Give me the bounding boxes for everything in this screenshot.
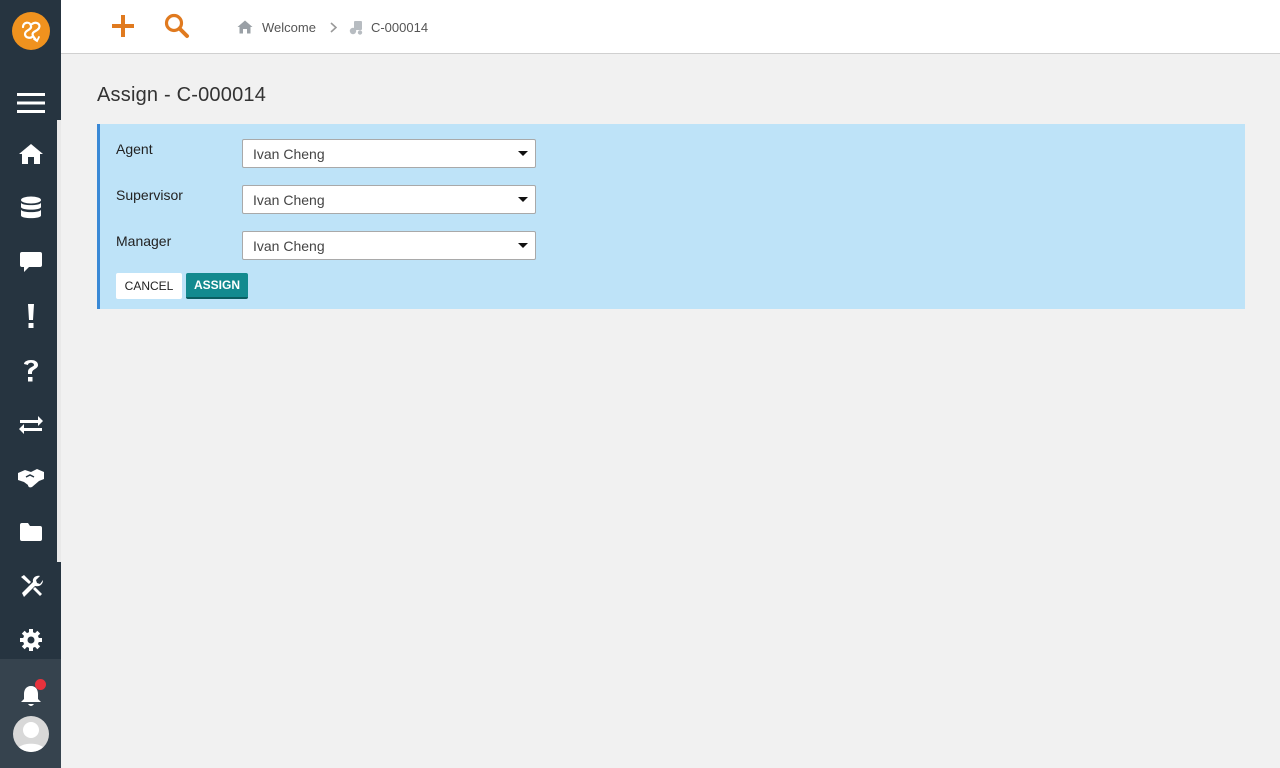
breadcrumb-label: Welcome bbox=[262, 19, 316, 35]
sidebar-item-tools[interactable] bbox=[0, 566, 61, 606]
top-bar: Welcome C-000014 bbox=[61, 0, 1280, 54]
database-icon bbox=[20, 196, 41, 219]
sidebar-item-transfer[interactable] bbox=[0, 404, 61, 444]
sidebar-item-messages[interactable] bbox=[0, 242, 61, 282]
sidebar-menu-toggle[interactable] bbox=[0, 83, 61, 123]
case-icon bbox=[349, 20, 363, 35]
question-icon bbox=[23, 360, 38, 382]
page-title: Assign - C-000014 bbox=[97, 84, 267, 106]
exchange-icon bbox=[18, 416, 43, 434]
folder-icon bbox=[19, 523, 42, 541]
caret-down-icon bbox=[518, 243, 528, 248]
search-button[interactable] bbox=[162, 10, 192, 42]
sidebar bbox=[0, 0, 61, 768]
assign-button[interactable]: ASSIGN bbox=[186, 273, 248, 299]
notification-badge bbox=[35, 679, 46, 690]
settings-icon bbox=[19, 629, 42, 651]
handshake-icon bbox=[17, 469, 44, 488]
plus-icon bbox=[112, 15, 134, 37]
sidebar-item-files[interactable] bbox=[0, 512, 61, 552]
add-button[interactable] bbox=[108, 10, 138, 42]
home-icon bbox=[18, 144, 43, 164]
manager-select[interactable]: Ivan Cheng bbox=[242, 231, 536, 260]
notifications-button[interactable] bbox=[0, 676, 61, 716]
app-logo[interactable] bbox=[12, 12, 50, 50]
manager-label: Manager bbox=[116, 233, 172, 249]
comment-icon bbox=[19, 252, 42, 272]
user-avatar[interactable] bbox=[13, 716, 49, 752]
agent-label: Agent bbox=[116, 141, 153, 157]
breadcrumb-label: C-000014 bbox=[370, 19, 429, 35]
user-icon bbox=[16, 722, 46, 752]
assign-panel: Agent Ivan Cheng Supervisor Ivan Cheng M… bbox=[97, 124, 1245, 309]
supervisor-select-value: Ivan Cheng bbox=[253, 192, 325, 208]
sidebar-item-help[interactable] bbox=[0, 350, 61, 390]
tools-icon bbox=[20, 575, 43, 597]
sidebar-item-database[interactable] bbox=[0, 188, 61, 228]
agent-select[interactable]: Ivan Cheng bbox=[242, 139, 536, 168]
supervisor-select[interactable]: Ivan Cheng bbox=[242, 185, 536, 214]
supervisor-label: Supervisor bbox=[116, 187, 183, 203]
cancel-button[interactable]: CANCEL bbox=[116, 273, 182, 299]
menu-icon bbox=[16, 93, 45, 113]
breadcrumb-item-case[interactable]: C-000014 bbox=[349, 20, 428, 35]
sidebar-scrollbar[interactable] bbox=[57, 120, 61, 562]
search-icon bbox=[164, 13, 189, 38]
caret-down-icon bbox=[518, 151, 528, 156]
sidebar-item-alerts[interactable] bbox=[0, 296, 61, 336]
exclamation-icon bbox=[27, 304, 34, 328]
manager-select-value: Ivan Cheng bbox=[253, 238, 325, 254]
chevron-right-icon bbox=[330, 21, 337, 33]
sidebar-item-deals[interactable] bbox=[0, 458, 61, 498]
logo-mark-icon bbox=[21, 21, 41, 43]
caret-down-icon bbox=[518, 197, 528, 202]
home-icon bbox=[237, 20, 253, 34]
breadcrumb-item-welcome[interactable]: Welcome bbox=[237, 20, 316, 35]
agent-select-value: Ivan Cheng bbox=[253, 146, 325, 162]
sidebar-item-home[interactable] bbox=[0, 134, 61, 174]
breadcrumb: Welcome C-000014 bbox=[237, 18, 428, 36]
sidebar-item-settings[interactable] bbox=[0, 620, 61, 660]
